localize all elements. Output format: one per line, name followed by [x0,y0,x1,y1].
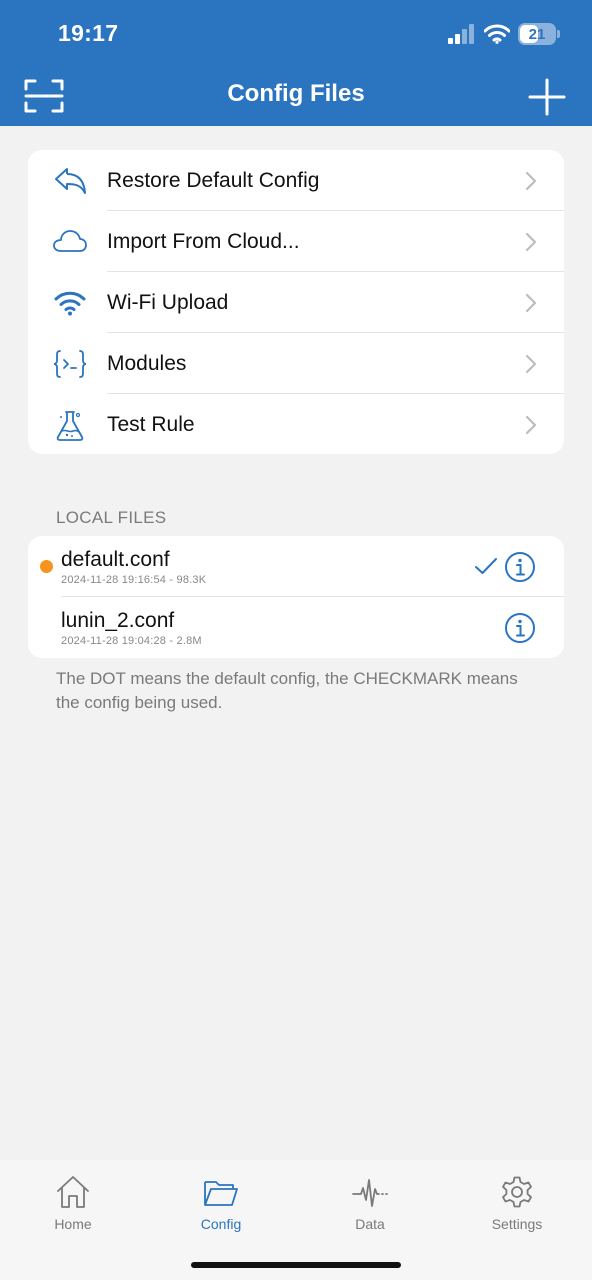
files-footnote: The DOT means the default config, the CH… [56,669,518,712]
home-indicator [191,1262,401,1268]
file-meta: 2024-11-28 19:04:28 - 2.8M [61,635,202,647]
info-icon[interactable] [504,551,536,583]
file-row-default[interactable]: default.conf 2024-11-28 19:16:54 - 98.3K [28,536,564,597]
local-files-list: default.conf 2024-11-28 19:16:54 - 98.3K… [28,536,564,658]
file-row-lunin[interactable]: lunin_2.conf 2024-11-28 19:04:28 - 2.8M [28,597,564,658]
menu-item-label: Import From Cloud... [107,229,300,253]
menu-item-modules[interactable]: Modules [28,333,564,394]
undo-arrow-icon [52,164,88,198]
tab-config[interactable]: Config [166,1174,276,1232]
code-braces-icon [52,347,88,381]
menu-item-label: Test Rule [107,412,195,436]
pulse-icon [352,1179,388,1207]
cloud-icon [52,225,88,259]
home-icon [57,1176,89,1208]
page-title: Config Files [227,80,365,107]
menu-item-restore-default[interactable]: Restore Default Config [28,150,564,211]
chevron-right-icon [525,171,537,191]
status-time: 19:17 [58,20,119,46]
tab-label: Home [54,1216,92,1232]
menu-item-label: Modules [107,351,187,375]
tab-settings[interactable]: Settings [462,1174,572,1232]
gear-icon [502,1176,532,1208]
tab-data[interactable]: Data [315,1174,425,1232]
tab-home[interactable]: Home [18,1174,128,1232]
wifi-icon [52,286,88,320]
wifi-status-icon [484,24,510,44]
info-icon[interactable] [504,612,536,644]
file-name: lunin_2.conf [61,609,175,632]
battery-icon: 21 [518,23,560,45]
flask-icon [52,408,88,442]
menu-item-label: Wi-Fi Upload [107,290,229,314]
file-meta: 2024-11-28 19:16:54 - 98.3K [61,574,207,586]
tab-label: Data [355,1216,385,1232]
add-config-icon[interactable] [528,78,566,116]
section-title-local-files: LOCAL FILES [56,508,167,527]
menu-item-test-rule[interactable]: Test Rule [28,394,564,454]
menu-item-wifi-upload[interactable]: Wi-Fi Upload [28,272,564,333]
file-name: default.conf [61,548,170,571]
menu-item-label: Restore Default Config [107,168,320,192]
battery-level: 21 [528,25,546,43]
cellular-signal-icon [448,24,474,44]
chevron-right-icon [525,354,537,374]
tab-label: Config [200,1216,242,1232]
default-config-dot [40,560,53,573]
folder-icon [204,1181,238,1206]
checkmark-icon [475,558,497,574]
navigation-header: 19:17 21 Config Files [0,0,592,126]
tab-label: Settings [491,1216,543,1232]
chevron-right-icon [525,415,537,435]
chevron-right-icon [525,232,537,252]
actions-menu: Restore Default Config Import From Cloud… [28,150,564,454]
menu-item-import-cloud[interactable]: Import From Cloud... [28,211,564,272]
status-icons: 21 [448,20,560,48]
chevron-right-icon [525,293,537,313]
